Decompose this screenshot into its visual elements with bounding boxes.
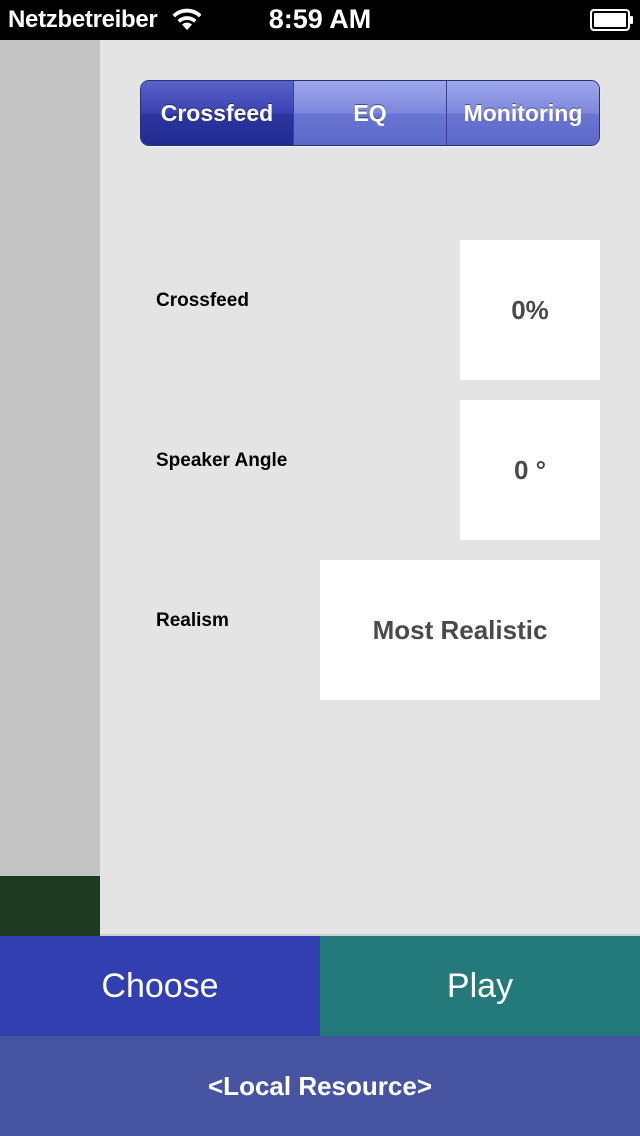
play-button[interactable]: Play [320,936,640,1036]
status-bar: Netzbetreiber 8:59 AM [0,0,640,40]
side-panel [0,40,100,876]
crossfeed-picker[interactable]: 0% [460,240,600,380]
choose-button[interactable]: Choose [0,936,320,1036]
tab-monitoring[interactable]: Monitoring [446,81,599,145]
app-content: Crossfeed EQ Monitoring Crossfeed 0% Spe… [0,40,640,1136]
segmented-control: Crossfeed EQ Monitoring [140,80,600,146]
crossfeed-value: 0% [511,294,549,325]
realism-value: Most Realistic [372,614,548,645]
tab-crossfeed[interactable]: Crossfeed [141,81,293,145]
crossfeed-label: Crossfeed [156,290,249,311]
speaker-angle-label: Speaker Angle [156,450,288,471]
realism-picker[interactable]: Most Realistic [320,560,600,700]
clock: 8:59 AM [268,4,372,34]
speaker-angle-value: 0 ° [513,454,547,485]
realism-label: Realism [156,610,229,631]
local-resource-bar[interactable]: <Local Resource> [0,1036,640,1136]
side-panel-footer [0,876,100,936]
battery-icon [590,9,633,31]
speaker-angle-picker[interactable]: 0 ° [460,400,600,540]
tab-eq[interactable]: EQ [293,81,446,145]
